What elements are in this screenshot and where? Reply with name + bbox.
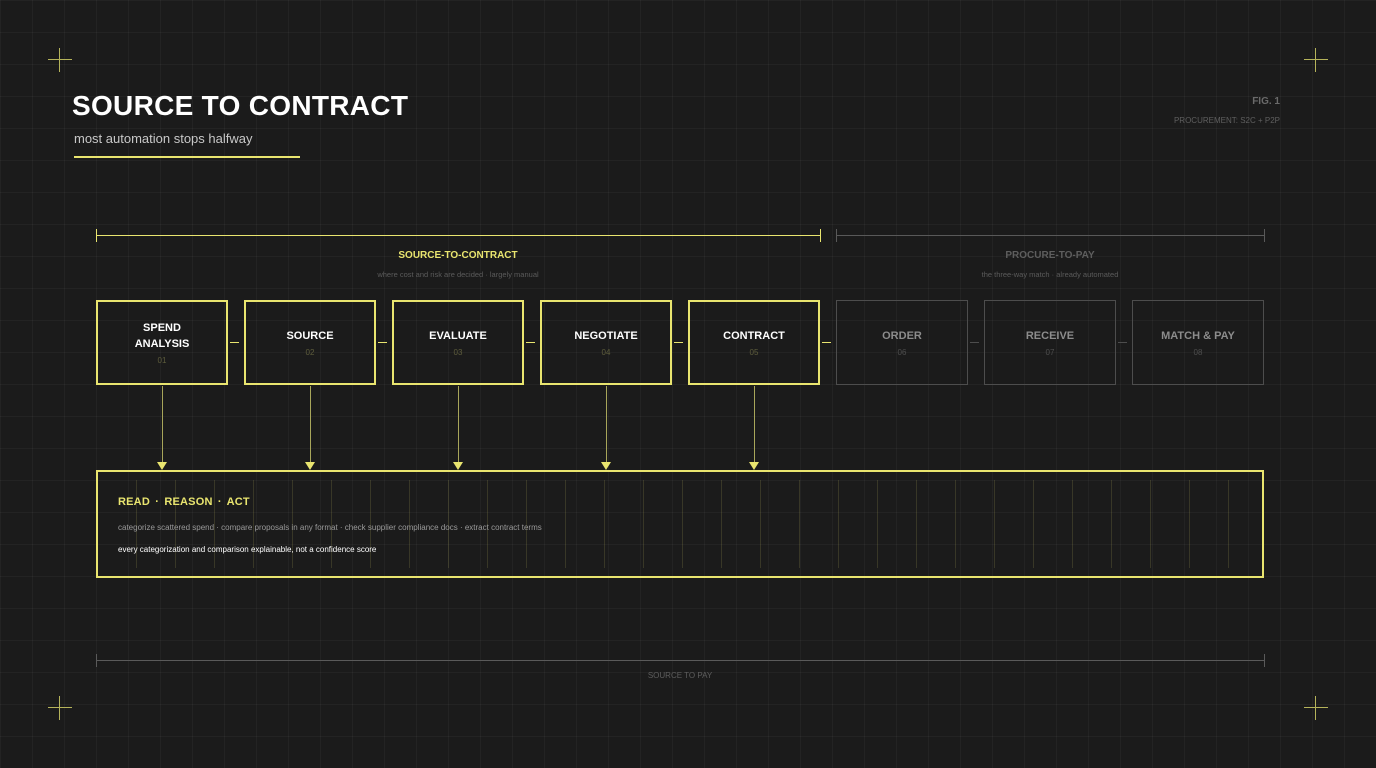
stage-number: 05: [749, 348, 759, 357]
stage-number: 02: [305, 348, 315, 357]
engine-rule-line: [643, 480, 644, 568]
flow-arrow-line: [458, 386, 459, 462]
stage-label: SPEND ANALYSIS: [134, 322, 190, 350]
corner-crosshair-icon: [48, 48, 72, 72]
engine-rule-line: [799, 480, 800, 568]
engine-rule-line: [565, 480, 566, 568]
flow-arrow-line: [310, 386, 311, 462]
engine-heading: READ · REASON · ACT: [118, 496, 250, 508]
s2c-phase-subtitle: where cost and risk are decided · largel…: [377, 270, 539, 279]
engine-rule-line: [1111, 480, 1112, 568]
stage-number: 07: [1045, 348, 1055, 357]
arrow-down-icon: [157, 462, 167, 470]
arrow-down-icon: [453, 462, 463, 470]
stage-connector: [526, 342, 535, 343]
engine-rule-line: [916, 480, 917, 568]
stage-label: RECEIVE: [1025, 330, 1075, 342]
stage-number: 01: [157, 356, 167, 365]
stage-spend-analysis: SPEND ANALYSIS 01: [96, 300, 228, 385]
stage-label: ORDER: [882, 330, 922, 342]
stage-connector: [230, 342, 239, 343]
engine-rule-line: [604, 480, 605, 568]
stage-label: CONTRACT: [723, 330, 785, 342]
engine-rule-line: [994, 480, 995, 568]
stage-contract: CONTRACT 05: [688, 300, 820, 385]
engine-rule-line: [1150, 480, 1151, 568]
stage-source: SOURCE 02: [244, 300, 376, 385]
stage-connector: [822, 342, 831, 343]
s2p-label: SOURCE TO PAY: [647, 671, 713, 680]
stage-connector: [674, 342, 683, 343]
stage-number: 03: [453, 348, 463, 357]
figure-label: FIG. 1: [1252, 96, 1280, 107]
page-title: SOURCE TO CONTRACT: [72, 90, 409, 121]
p2p-phase-subtitle: the three-way match · already automated: [981, 270, 1119, 279]
engine-panel: READ · REASON · ACT categorize scattered…: [96, 470, 1264, 578]
page-subtitle: most automation stops halfway: [74, 131, 253, 146]
stage-connector: [970, 342, 979, 343]
flow-arrow-line: [162, 386, 163, 462]
stage-label: EVALUATE: [429, 330, 487, 342]
engine-rule-line: [721, 480, 722, 568]
engine-note: every categorization and comparison expl…: [118, 545, 377, 554]
engine-rule-line: [682, 480, 683, 568]
engine-rule-line: [1072, 480, 1073, 568]
stage-connector: [378, 342, 387, 343]
engine-rule-line: [1228, 480, 1229, 568]
page: { "header": { "title": "SOURCE TO CONTRA…: [0, 0, 1376, 768]
stage-number: 04: [601, 348, 611, 357]
stage-match-pay: MATCH & PAY 08: [1132, 300, 1264, 385]
stage-negotiate: NEGOTIATE 04: [540, 300, 672, 385]
stage-evaluate: EVALUATE 03: [392, 300, 524, 385]
engine-rule-line: [1189, 480, 1190, 568]
s2p-bracket: [96, 654, 1265, 667]
s2c-bracket: [96, 229, 821, 242]
engine-rule-line: [877, 480, 878, 568]
corner-crosshair-icon: [48, 696, 72, 720]
corner-crosshair-icon: [1304, 696, 1328, 720]
p2p-phase-title: PROCURE-TO-PAY: [1005, 250, 1095, 261]
corner-crosshair-icon: [1304, 48, 1328, 72]
stage-number: 08: [1193, 348, 1203, 357]
flow-arrow-line: [754, 386, 755, 462]
stage-label: SOURCE: [286, 330, 334, 342]
arrow-down-icon: [601, 462, 611, 470]
stage-number: 06: [897, 348, 907, 357]
stage-connector: [1118, 342, 1127, 343]
stage-label: NEGOTIATE: [574, 330, 638, 342]
stage-order: ORDER 06: [836, 300, 968, 385]
engine-detail: categorize scattered spend · compare pro…: [118, 523, 542, 532]
stage-receive: RECEIVE 07: [984, 300, 1116, 385]
p2p-bracket: [836, 229, 1265, 242]
figure-caption: PROCUREMENT: S2C + P2P: [1173, 116, 1280, 125]
stage-label: MATCH & PAY: [1161, 330, 1235, 342]
engine-rule-line: [838, 480, 839, 568]
engine-rule-line: [760, 480, 761, 568]
engine-rule-line: [1033, 480, 1034, 568]
engine-rule-line: [955, 480, 956, 568]
title-underline: [74, 156, 300, 158]
s2c-phase-title: SOURCE-TO-CONTRACT: [398, 250, 518, 261]
flow-arrow-line: [606, 386, 607, 462]
arrow-down-icon: [305, 462, 315, 470]
arrow-down-icon: [749, 462, 759, 470]
